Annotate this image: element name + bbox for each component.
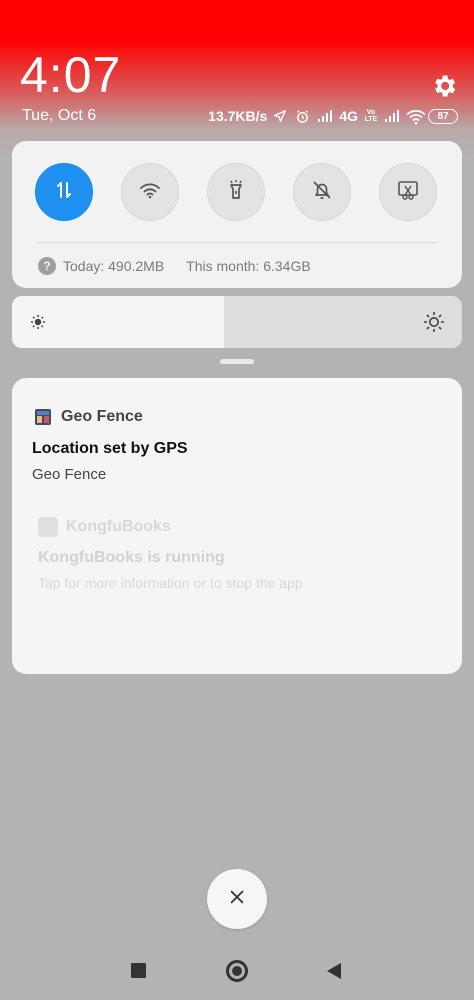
clock[interactable]: 4:07 — [20, 46, 121, 104]
back-button[interactable] — [326, 962, 342, 980]
battery-icon: 87 — [428, 108, 458, 124]
qs-divider — [36, 242, 438, 243]
notification-text: Geo Fence — [32, 466, 107, 483]
data-today: Today: 490.2MB — [63, 258, 165, 274]
tile-flashlight[interactable] — [207, 163, 265, 221]
status-bar: 13.7KB/s 4G Vo LTE 87 — [208, 106, 458, 126]
clear-all-button[interactable] — [207, 869, 267, 929]
quick-settings-panel: ? Today: 490.2MB This month: 6.34GB — [12, 141, 462, 288]
close-icon — [228, 888, 246, 911]
help-icon: ? — [38, 257, 56, 275]
home-button[interactable] — [226, 960, 248, 982]
data-month: This month: 6.34GB — [186, 258, 311, 274]
tile-mute[interactable] — [293, 163, 351, 221]
network-type: 4G — [339, 108, 358, 124]
notification-2-header: KongfuBooks — [38, 517, 171, 537]
data-arrows-icon — [52, 178, 76, 207]
notification-2-app-name: KongfuBooks — [66, 518, 171, 535]
drag-handle[interactable] — [220, 359, 254, 364]
brightness-slider[interactable] — [12, 296, 462, 348]
signal-icon — [317, 109, 333, 123]
scissors-screenshot-icon — [396, 178, 420, 207]
volte-badge: Vo LTE — [364, 109, 378, 123]
tile-screenshot[interactable] — [379, 163, 437, 221]
alarm-icon — [295, 109, 311, 123]
settings-gear-icon[interactable] — [430, 72, 458, 100]
home-dot — [232, 966, 242, 976]
notification-app-name: Geo Fence — [61, 408, 143, 425]
notification-2-title: KongfuBooks is running — [38, 549, 225, 566]
notification-card[interactable]: Geo Fence Location set by GPS Geo Fence … — [12, 378, 462, 674]
notification-title: Location set by GPS — [32, 440, 188, 457]
flashlight-icon — [224, 178, 248, 207]
wifi-icon — [138, 178, 162, 207]
recents-button[interactable] — [131, 963, 146, 978]
notification-2-text: Tap for more information or to stop the … — [38, 575, 303, 591]
notification-header: Geo Fence — [34, 408, 143, 426]
data-usage-row[interactable]: ? Today: 490.2MB This month: 6.34GB — [38, 257, 311, 275]
tile-mobile-data[interactable] — [35, 163, 93, 221]
date: Tue, Oct 6 — [22, 107, 97, 124]
wifi-status-icon — [406, 109, 426, 125]
geo-fence-app-icon — [34, 408, 52, 426]
location-arrow-icon — [273, 109, 289, 123]
tile-wifi[interactable] — [121, 163, 179, 221]
brightness-low-icon — [28, 312, 48, 332]
net-speed: 13.7KB/s — [208, 108, 268, 124]
signal-icon-2 — [384, 109, 400, 123]
kongfubooks-app-icon — [38, 517, 58, 537]
brightness-high-icon — [422, 310, 446, 334]
bell-off-icon — [310, 178, 334, 207]
